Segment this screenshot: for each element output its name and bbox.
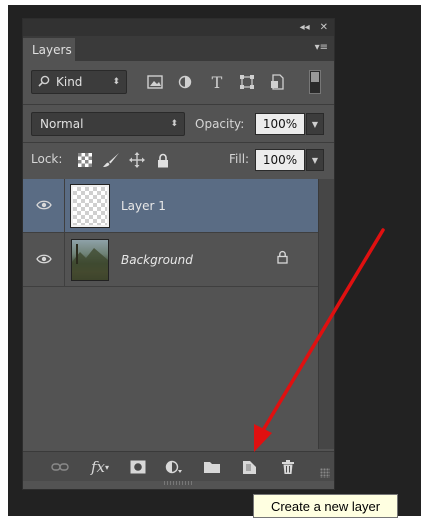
fill-label: Fill: [229,152,250,166]
layer-name: Background [121,252,193,267]
lock-position-icon[interactable] [127,150,147,170]
layer-thumbnail [71,239,109,281]
search-icon [38,75,50,90]
lock-row: Lock: Fill: 100% ▼ [23,144,334,176]
chevron-updown-icon: ⬍ [170,119,178,129]
layers-list: Layer 1 Background [23,179,318,449]
lock-transparent-pixels-icon[interactable] [75,150,95,170]
layer-name: Layer 1 [121,198,166,213]
collapse-icon[interactable]: ◂◂ [300,22,310,33]
filter-toggle-switch[interactable] [309,70,321,94]
resize-grip-icon[interactable] [320,468,330,478]
panel-resize-handle[interactable] [163,481,194,485]
layers-scrollbar[interactable] [318,179,334,449]
visibility-toggle[interactable] [23,179,65,232]
add-mask-icon[interactable] [127,457,149,477]
delete-layer-icon[interactable] [277,457,299,477]
opacity-label: Opacity: [195,117,245,131]
smart-object-filter-icon[interactable] [267,72,287,92]
lock-all-icon[interactable] [153,150,173,170]
filter-kind-label: Kind [56,75,83,89]
divider [23,142,334,143]
layers-panel: ◂◂ ✕ Layers ▾≡ Kind ⬍ T Normal ⬍ Opacity… [22,18,335,490]
lock-icon [277,250,288,267]
filter-kind-dropdown[interactable]: Kind ⬍ [31,70,127,94]
image-filter-icon[interactable] [145,72,165,92]
link-layers-icon[interactable] [49,457,71,477]
blend-row: Normal ⬍ Opacity: 100% ▼ [23,110,334,140]
eye-icon [35,199,52,213]
tab-layers[interactable]: Layers [23,38,75,61]
divider [23,104,334,105]
new-group-icon[interactable] [201,457,223,477]
fill-dropdown-button[interactable]: ▼ [306,149,324,171]
chevron-updown-icon: ⬍ [112,77,120,87]
shape-filter-icon[interactable] [237,72,257,92]
adjustment-layer-icon[interactable] [163,457,185,477]
tooltip-text: Create a new layer [270,498,381,514]
chevron-down-icon: ▼ [311,119,319,129]
close-icon[interactable]: ✕ [320,22,328,33]
type-filter-icon[interactable]: T [207,72,227,92]
panel-menu-icon[interactable]: ▾≡ [315,42,328,53]
tooltip: Create a new layer [253,494,398,518]
layer-thumbnail [70,184,110,228]
panel-titlebar: ◂◂ ✕ [23,19,334,36]
fill-input[interactable]: 100% [255,149,305,171]
adjustment-filter-icon[interactable] [175,72,195,92]
layer-row-background[interactable]: Background [23,233,318,287]
lock-label: Lock: [31,152,63,166]
panel-tab-row: Layers ▾≡ [23,36,334,61]
layer-style-icon[interactable]: fx ▾ [89,457,111,477]
layer-row-layer-1[interactable]: Layer 1 [23,179,318,233]
visibility-toggle[interactable] [23,233,65,286]
layers-bottom-toolbar: fx ▾ [23,451,334,481]
chevron-down-icon: ▼ [311,155,319,165]
filter-row: Kind ⬍ T [23,66,334,98]
new-layer-icon[interactable] [239,457,261,477]
opacity-dropdown-button[interactable]: ▼ [306,113,324,135]
blend-mode-value: Normal [40,117,84,131]
eye-icon [35,253,52,267]
tab-layers-label: Layers [32,42,72,57]
blend-mode-dropdown[interactable]: Normal ⬍ [31,112,185,136]
opacity-input[interactable]: 100% [255,113,305,135]
lock-image-pixels-icon[interactable] [101,150,121,170]
